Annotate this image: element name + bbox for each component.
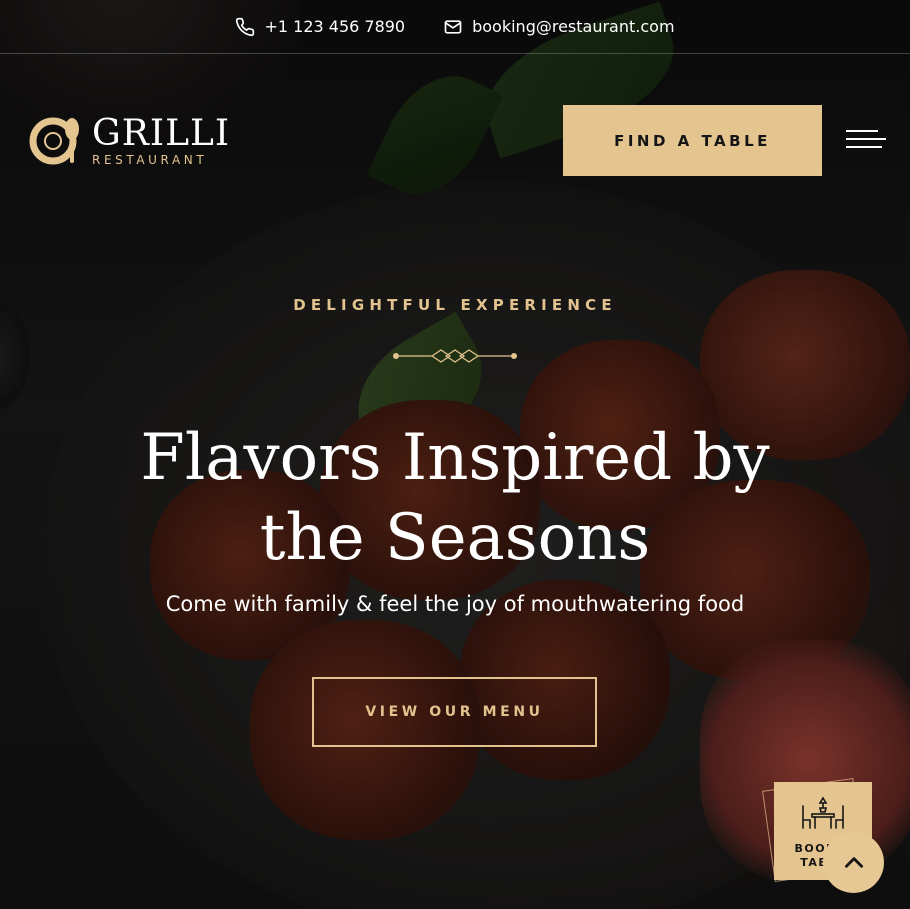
phone-number: +1 123 456 7890 <box>264 17 406 36</box>
top-contact-bar: +1 123 456 7890 booking@restaurant.com <box>0 0 910 54</box>
hero-headline: Flavors Inspired by the Seasons <box>140 421 770 575</box>
hero-eyebrow: DELIGHTFUL EXPERIENCE <box>293 296 617 314</box>
phone-link[interactable]: +1 123 456 7890 <box>235 17 405 37</box>
hamburger-menu-icon[interactable] <box>846 130 886 152</box>
view-our-menu-button[interactable]: VIEW OUR MENU <box>312 677 597 747</box>
email-address: booking@restaurant.com <box>472 17 675 36</box>
site-logo[interactable]: GRILLI RESTAURANT <box>28 113 230 169</box>
find-a-table-button[interactable]: FIND A TABLE <box>563 105 822 176</box>
chevron-up-icon <box>844 856 863 868</box>
phone-icon <box>236 17 255 36</box>
logo-plate-spoon-icon <box>29 117 79 165</box>
scroll-to-top-button[interactable] <box>823 832 884 893</box>
logo-name: GRILLI <box>92 113 231 154</box>
logo-subtitle: RESTAURANT <box>92 153 208 167</box>
hero-tagline: Come with family & feel the joy of mouth… <box>165 592 745 616</box>
dining-table-icon <box>802 796 844 829</box>
email-link[interactable]: booking@restaurant.com <box>443 17 675 37</box>
mail-icon <box>444 19 462 34</box>
decorative-separator-icon <box>393 349 517 363</box>
